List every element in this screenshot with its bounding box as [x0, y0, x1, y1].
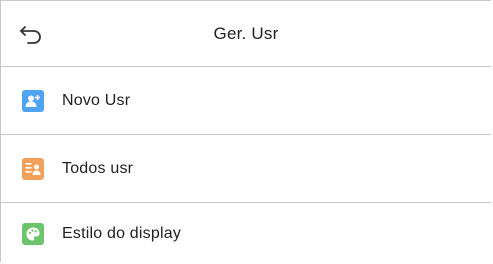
menu-item-display-style[interactable]: Estilo do display — [1, 203, 491, 264]
user-list-icon — [22, 157, 44, 180]
add-user-icon — [22, 89, 44, 112]
menu-item-label: Todos usr — [62, 159, 134, 177]
menu-list: Novo Usr Todos usr Estilo do display — [1, 67, 491, 264]
menu-item-label: Novo Usr — [62, 91, 131, 109]
user-management-screen: Ger. Usr Novo Usr Todos usr Estilo do di… — [0, 0, 491, 262]
back-button[interactable] — [19, 25, 43, 45]
menu-item-label: Estilo do display — [62, 225, 182, 242]
menu-item-all-users[interactable]: Todos usr — [1, 135, 491, 203]
menu-item-new-user[interactable]: Novo Usr — [1, 67, 491, 135]
header-bar: Ger. Usr — [1, 1, 491, 67]
page-title: Ger. Usr — [213, 23, 279, 43]
palette-icon — [22, 223, 44, 245]
back-arrow-icon — [20, 26, 41, 44]
